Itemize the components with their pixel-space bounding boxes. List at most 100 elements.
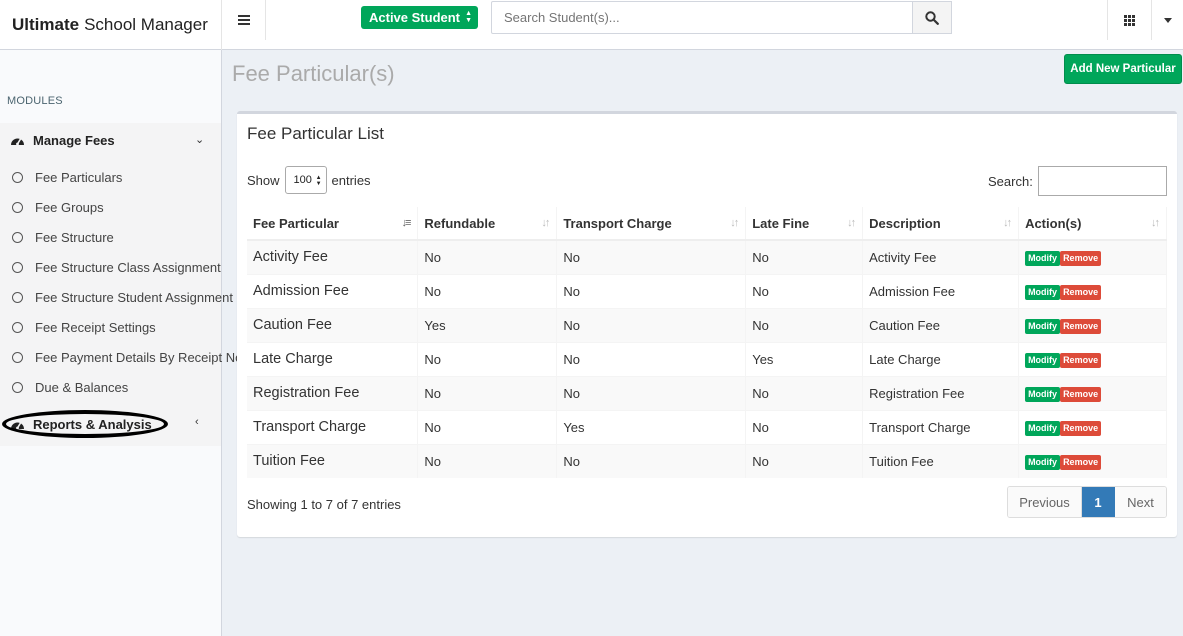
remove-button[interactable]: Remove	[1060, 352, 1102, 368]
brand-rest: School Manager	[84, 15, 208, 34]
reports-label: Reports & Analysis	[33, 416, 152, 432]
table-row: Tuition Fee No No No Tuition Fee Modify R…	[247, 443, 1167, 478]
table-row: Transport Charge No Yes No Transport Cha…	[247, 409, 1167, 444]
cell-late-fine: No	[745, 273, 864, 308]
column-header-fee-particular[interactable]: Fee Particular ↓≡	[247, 207, 419, 241]
sidebar-item-fee-structure[interactable]: Fee Structure	[12, 227, 114, 247]
sidebar-item-fee-particulars[interactable]: Fee Particulars	[12, 167, 122, 187]
sort-icon: ↓↑	[847, 217, 856, 229]
circle-icon	[12, 171, 23, 183]
cell-description: Tuition Fee	[862, 443, 1020, 478]
cell-description: Transport Charge	[862, 409, 1020, 444]
previous-page-button[interactable]: Previous	[1008, 487, 1082, 517]
sidebar-item-manage-fees[interactable]: Manage Fees	[10, 130, 115, 150]
cell-actions: Modify Remove	[1018, 443, 1167, 478]
cell-fee-particular: Late Charge	[247, 341, 419, 376]
cell-description: Admission Fee	[862, 273, 1020, 308]
select-arrows-icon: ▲ ▼	[315, 175, 322, 187]
modify-button[interactable]: Modify	[1025, 352, 1061, 368]
circle-icon	[12, 201, 23, 213]
sidebar-item-fee-receipt-settings[interactable]: Fee Receipt Settings	[12, 317, 156, 337]
table-row: Registration Fee No No No Registration F…	[247, 375, 1167, 410]
sidebar-item-fee-payment-details[interactable]: Fee Payment Details By Receipt No.	[12, 347, 246, 367]
page-1-button[interactable]: 1	[1082, 487, 1115, 517]
apps-menu-button[interactable]	[1107, 0, 1151, 40]
column-header-late-fine[interactable]: Late Fine ↓↑	[745, 207, 864, 241]
cell-description: Activity Fee	[862, 239, 1020, 274]
cell-late-fine: Yes	[745, 341, 864, 376]
cell-transport-charge: No	[556, 341, 747, 376]
student-status-select[interactable]: Active Student ▲ ▼	[361, 6, 478, 29]
cell-transport-charge: No	[556, 273, 747, 308]
modify-button[interactable]: Modify	[1025, 250, 1061, 266]
cell-actions: Modify Remove	[1018, 341, 1167, 376]
cell-refundable: No	[417, 341, 558, 376]
remove-button[interactable]: Remove	[1060, 454, 1102, 470]
fee-particular-list-box: Fee Particular List Show 100 ▲ ▼ entries …	[237, 111, 1177, 537]
add-new-particular-button[interactable]: Add New Particular	[1064, 54, 1182, 84]
cell-actions: Modify Remove	[1018, 273, 1167, 308]
cell-late-fine: No	[745, 409, 864, 444]
top-header: Ultimate School Manager Active Student ▲…	[0, 0, 1183, 50]
modify-button[interactable]: Modify	[1025, 284, 1061, 300]
entries-length-select[interactable]: 100 ▲ ▼	[284, 166, 327, 194]
sidebar-item-due-balances[interactable]: Due & Balances	[12, 377, 128, 397]
sidebar-item-label: Fee Payment Details By Receipt No.	[35, 349, 246, 365]
entries-length-control: Show 100 ▲ ▼ entries	[247, 166, 371, 194]
show-label: Show	[247, 172, 280, 188]
table-search-input[interactable]	[1038, 166, 1167, 196]
chevron-down-icon: ⌄	[195, 134, 205, 146]
pagination: Previous 1 Next	[1007, 486, 1167, 518]
sidebar-item-label: Fee Particulars	[35, 169, 123, 185]
remove-button[interactable]: Remove	[1060, 318, 1102, 334]
column-header-actions[interactable]: Action(s) ↓↑	[1018, 207, 1167, 241]
cell-actions: Modify Remove	[1018, 239, 1167, 274]
column-header-description[interactable]: Description ↓↑	[862, 207, 1020, 241]
sidebar-item-fee-structure-student-assignment[interactable]: Fee Structure Student Assignment	[12, 287, 233, 307]
modify-button[interactable]: Modify	[1025, 420, 1061, 436]
app-logo[interactable]: Ultimate School Manager	[0, 0, 222, 50]
table-row: Late Charge No No Yes Late Charge Modify…	[247, 341, 1167, 376]
cell-description: Late Charge	[862, 341, 1020, 376]
entries-length-value: 100	[293, 174, 312, 186]
manage-fees-label: Manage Fees	[33, 132, 115, 148]
cell-late-fine: No	[745, 443, 864, 478]
next-page-button[interactable]: Next	[1115, 487, 1166, 517]
brand-bold: Ultimate	[12, 15, 80, 34]
table-search-label: Search:	[988, 174, 1033, 189]
remove-button[interactable]: Remove	[1060, 386, 1102, 402]
sidebar-item-reports-analysis[interactable]: Reports & Analysis	[10, 414, 152, 434]
sidebar: MODULES Manage Fees ⌄ Fee Particulars Fe…	[0, 50, 246, 636]
cell-description: Caution Fee	[862, 307, 1020, 342]
circle-icon	[12, 321, 23, 333]
sidebar-item-label: Fee Structure	[35, 229, 114, 245]
page-title: Fee Particular(s)	[232, 61, 395, 86]
cell-late-fine: No	[745, 375, 864, 410]
remove-button[interactable]: Remove	[1060, 420, 1102, 436]
user-menu-toggle[interactable]	[1151, 0, 1183, 40]
modify-button[interactable]: Modify	[1025, 454, 1061, 470]
cell-late-fine: No	[745, 239, 864, 274]
sidebar-item-fee-structure-class-assignment[interactable]: Fee Structure Class Assignment	[12, 257, 221, 277]
modify-button[interactable]: Modify	[1025, 318, 1061, 334]
cell-refundable: No	[417, 273, 558, 308]
column-header-refundable[interactable]: Refundable ↓↑	[417, 207, 558, 241]
remove-button[interactable]: Remove	[1060, 284, 1102, 300]
search-button[interactable]	[912, 1, 952, 34]
sidebar-toggle-button[interactable]	[222, 0, 266, 40]
chevron-left-icon: ‹	[195, 416, 199, 428]
nav-section: Manage Fees ⌄ Fee Particulars Fee Groups…	[0, 123, 246, 446]
dashboard-icon	[11, 138, 24, 145]
cell-transport-charge: No	[556, 375, 747, 410]
modify-button[interactable]: Modify	[1025, 386, 1061, 402]
sidebar-item-label: Fee Groups	[35, 199, 104, 215]
cell-transport-charge: No	[556, 307, 747, 342]
sidebar-item-fee-groups[interactable]: Fee Groups	[12, 197, 104, 217]
cell-fee-particular: Transport Charge	[247, 409, 419, 444]
cell-refundable: Yes	[417, 307, 558, 342]
remove-button[interactable]: Remove	[1060, 250, 1102, 266]
student-search-input[interactable]	[491, 1, 913, 34]
cell-description: Registration Fee	[862, 375, 1020, 410]
column-header-transport-charge[interactable]: Transport Charge ↓↑	[556, 207, 747, 241]
sort-icon: ↓↑	[1151, 217, 1160, 229]
